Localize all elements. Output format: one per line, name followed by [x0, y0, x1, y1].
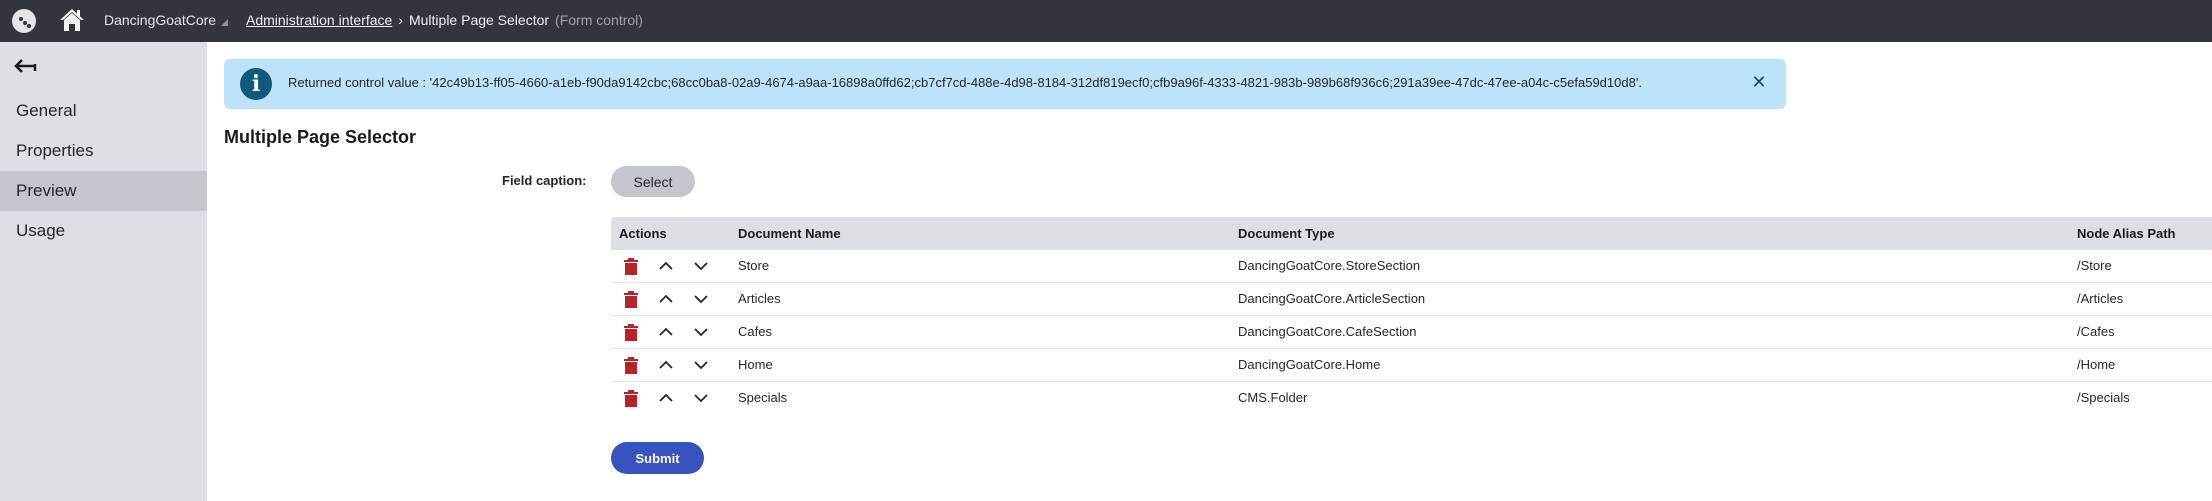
column-header-actions: Actions: [619, 226, 667, 241]
move-down-icon[interactable]: [693, 359, 709, 371]
caret-down-icon: [221, 18, 229, 26]
column-header-document-type: Document Type: [1238, 226, 1335, 241]
cell-document-type: DancingGoatCore.ArticleSection: [1238, 291, 1426, 306]
table-row: Store DancingGoatCore.StoreSection /Stor…: [611, 250, 2212, 283]
cell-document-type: CMS.Folder: [1238, 390, 1308, 405]
cell-document-name: Home: [738, 357, 773, 372]
move-down-icon[interactable]: [693, 392, 709, 404]
top-bar: DancingGoatCore Administration interface…: [0, 0, 2212, 42]
cell-document-name: Specials: [738, 390, 788, 405]
move-up-icon[interactable]: [658, 260, 674, 272]
move-up-icon[interactable]: [658, 326, 674, 338]
info-banner: i Returned control value : '42c49b13-ff0…: [224, 59, 1786, 109]
move-down-icon[interactable]: [693, 293, 709, 305]
move-up-icon[interactable]: [658, 293, 674, 305]
cell-node-alias-path: /Articles: [2077, 291, 2124, 306]
cell-document-name: Articles: [738, 291, 781, 306]
info-icon: i: [240, 68, 272, 100]
page-title: Multiple Page Selector: [224, 127, 417, 147]
breadcrumb-administration-link[interactable]: Administration interface: [246, 12, 392, 28]
selected-pages-grid: Actions Document Name Document Type Node…: [611, 217, 2212, 415]
banner-message: Returned control value : '42c49b13-ff05-…: [288, 75, 1642, 90]
sidebar-item-preview[interactable]: Preview: [0, 171, 207, 211]
close-icon[interactable]: ✕: [1748, 71, 1770, 93]
cell-document-type: DancingGoatCore.StoreSection: [1238, 258, 1421, 273]
submit-button[interactable]: Submit: [611, 442, 704, 474]
site-selector[interactable]: DancingGoatCore: [104, 12, 229, 28]
breadcrumb-suffix: (Form control): [555, 12, 643, 28]
table-row: Cafes DancingGoatCore.CafeSection /Cafes: [611, 316, 2212, 349]
field-caption-label: Field caption:: [502, 173, 587, 188]
sidebar-item-properties[interactable]: Properties: [0, 131, 207, 171]
table-row: Specials CMS.Folder /Specials: [611, 382, 2212, 415]
table-row: Home DancingGoatCore.Home /Home: [611, 349, 2212, 382]
move-down-icon[interactable]: [693, 260, 709, 272]
cell-document-type: DancingGoatCore.Home: [1238, 357, 1381, 372]
delete-icon[interactable]: [624, 291, 638, 308]
cell-document-name: Store: [738, 258, 770, 273]
column-header-document-name: Document Name: [738, 226, 841, 241]
cell-document-name: Cafes: [738, 324, 772, 339]
grid-header: Actions Document Name Document Type Node…: [611, 217, 2212, 250]
cell-node-alias-path: /Home: [2077, 357, 2116, 372]
table-row: Articles DancingGoatCore.ArticleSection …: [611, 283, 2212, 316]
move-up-icon[interactable]: [658, 392, 674, 404]
chevron-right-icon: ›: [398, 12, 403, 28]
delete-icon[interactable]: [624, 258, 638, 275]
breadcrumb: Administration interface › Multiple Page…: [246, 12, 643, 28]
home-icon[interactable]: [58, 6, 86, 34]
grid-body: Store DancingGoatCore.StoreSection /Stor…: [611, 250, 2212, 415]
sidebar-item-usage[interactable]: Usage: [0, 211, 207, 251]
cell-document-type: DancingGoatCore.CafeSection: [1238, 324, 1417, 339]
back-arrow-icon[interactable]: [14, 58, 38, 74]
site-name: DancingGoatCore: [104, 12, 217, 28]
column-header-node-alias-path: Node Alias Path: [2077, 226, 2176, 241]
move-down-icon[interactable]: [693, 326, 709, 338]
sidebar: General Properties Preview Usage: [0, 42, 207, 501]
cell-node-alias-path: /Cafes: [2077, 324, 2115, 339]
select-button[interactable]: Select: [611, 166, 695, 197]
cell-node-alias-path: /Store: [2077, 258, 2112, 273]
delete-icon[interactable]: [624, 357, 638, 374]
delete-icon[interactable]: [624, 324, 638, 341]
sidebar-item-general[interactable]: General: [0, 91, 207, 131]
breadcrumb-current: Multiple Page Selector: [408, 12, 550, 28]
kentico-logo-icon[interactable]: [12, 9, 36, 33]
cell-node-alias-path: /Specials: [2077, 390, 2130, 405]
move-up-icon[interactable]: [658, 359, 674, 371]
delete-icon[interactable]: [624, 390, 638, 407]
